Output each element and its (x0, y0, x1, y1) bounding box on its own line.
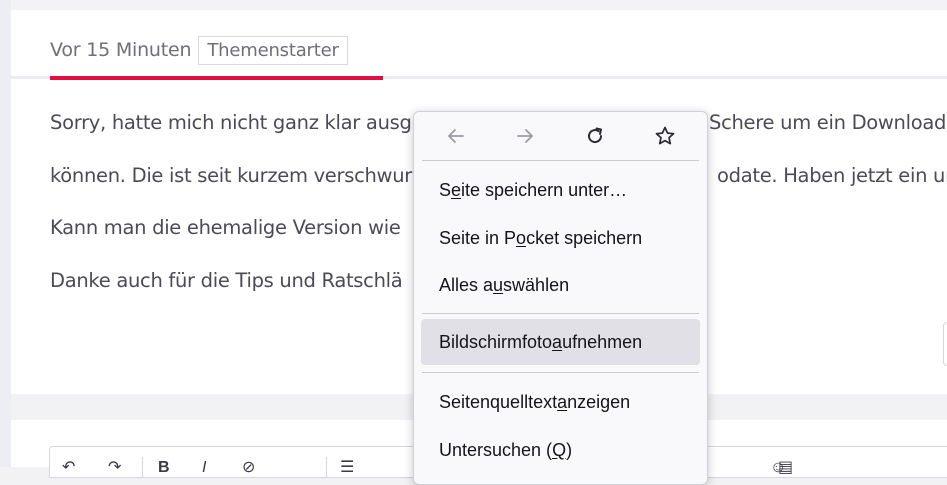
menu-item-label: S (439, 179, 452, 200)
bookmark-button[interactable] (649, 120, 681, 152)
menu-accesskey: Q (552, 439, 567, 460)
post-text-line-1-tail: Schere um ein Download (709, 111, 947, 134)
redo-icon[interactable]: ↷ (108, 460, 121, 476)
menu-item-label: ite speichern unter… (461, 179, 628, 200)
reload-icon (588, 127, 603, 144)
bookmark-star-icon (655, 126, 675, 145)
menu-item-inspect[interactable]: Untersuchen (Q) (421, 427, 700, 473)
menu-accesskey: o (516, 227, 527, 248)
menu-item-label: ) (566, 439, 573, 460)
menu-separator (422, 372, 699, 373)
post-text-line-3: Kann man die ehemalige Version wie (50, 216, 401, 239)
action-button-edge[interactable] (943, 322, 947, 366)
menu-item-label: Bildschirmfoto (439, 331, 553, 352)
post-text-line-4: Danke auch für die Tips und Ratschlä (50, 269, 403, 292)
paste-icon[interactable]: ▤ (778, 460, 793, 476)
post-text-line-2-tail: odate. Haben jetzt ein um (717, 164, 947, 187)
post-text-line-2: können. Die ist seit kurzem verschwur (50, 164, 412, 187)
thread-starter-badge: Themenstarter (198, 35, 348, 65)
menu-item-take-screenshot[interactable]: Bildschirmfoto a ufnehmen (421, 319, 700, 365)
menu-accesskey: a (557, 391, 568, 412)
toolbar-separator (142, 457, 143, 477)
post-text-line-1: Sorry, hatte mich nicht ganz klar ausg (50, 111, 412, 134)
menu-item-label: ufnehmen (562, 331, 643, 352)
reload-button[interactable] (579, 120, 611, 152)
menu-item-label: Seitenquelltext (439, 391, 558, 412)
menu-separator (422, 313, 699, 314)
active-tab-indicator (50, 76, 383, 80)
menu-item-label: Alles a (439, 274, 494, 295)
menu-item-label: cket speichern (526, 227, 643, 248)
bold-icon[interactable]: B (158, 460, 170, 476)
undo-icon[interactable]: ↶ (62, 460, 75, 476)
toolbar-separator (326, 457, 327, 477)
back-arrow-icon (448, 129, 464, 143)
back-button[interactable] (440, 120, 472, 152)
page-top-shade (0, 0, 947, 8)
menu-separator (422, 160, 699, 161)
menu-item-select-all[interactable]: Alles a u swählen (421, 262, 700, 308)
link-icon[interactable]: ⊘ (242, 460, 255, 476)
italic-icon[interactable]: I (202, 460, 206, 476)
browser-context-menu: Se ite speichern unter… Seite in Po cket s… (413, 111, 708, 485)
menu-accesskey: e (451, 179, 462, 200)
menu-item-label: Untersuchen ( (439, 439, 553, 460)
menu-item-save-page-as[interactable]: Se ite speichern unter… (421, 167, 700, 213)
menu-item-label: swählen (503, 274, 570, 295)
context-nav-row (414, 112, 707, 160)
menu-item-save-to-pocket[interactable]: Seite in Po cket speichern (421, 215, 700, 261)
post-timestamp[interactable]: Vor 15 Minuten (50, 39, 192, 61)
list-icon[interactable]: ☰ (340, 460, 354, 476)
left-rail (0, 0, 11, 467)
menu-accesskey: a (552, 331, 563, 352)
menu-item-view-source[interactable]: Seitenquelltext a nzeigen (421, 379, 700, 425)
forward-arrow-icon (517, 129, 533, 143)
menu-accesskey: u (493, 274, 504, 295)
menu-item-label: nzeigen (567, 391, 631, 412)
forward-button[interactable] (509, 120, 541, 152)
post-meta: Vor 15 Minuten Themenstarter (50, 34, 348, 66)
menu-item-label: Seite in P (439, 227, 517, 248)
